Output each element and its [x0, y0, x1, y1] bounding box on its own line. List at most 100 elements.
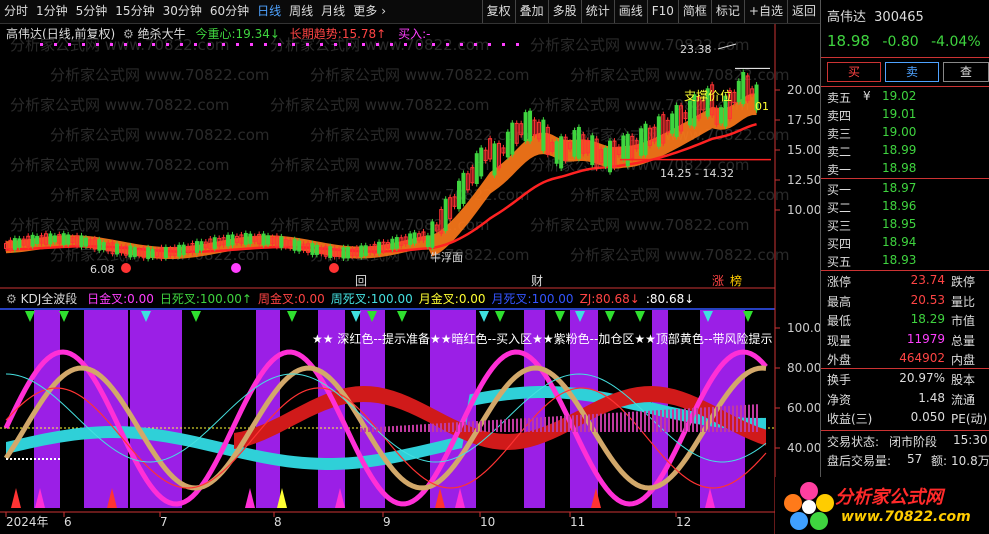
- candle: [199, 241, 204, 251]
- kdj-value-label: ZJ:: [579, 292, 596, 306]
- histogram-bar: [412, 424, 414, 432]
- candle: [97, 239, 102, 251]
- candle: [479, 147, 484, 177]
- order-book-row[interactable]: 买一 18.97: [827, 181, 977, 199]
- histogram-bar: [420, 424, 422, 432]
- dotted-mark: [6, 458, 8, 460]
- trend-band: [6, 93, 757, 260]
- purple-zone: [256, 310, 280, 508]
- histogram-bar: [560, 416, 562, 432]
- histogram-bar: [396, 425, 398, 432]
- signal-tick: [292, 43, 295, 46]
- stat-value: 0.050: [910, 410, 945, 424]
- x-tick-label: 9: [383, 515, 391, 529]
- candle: [314, 244, 319, 255]
- histogram-bar: [600, 413, 602, 432]
- histogram-bar: [468, 421, 470, 432]
- histogram-bar: [472, 421, 474, 432]
- x-tick-label: 6: [64, 515, 72, 529]
- histogram-bar: [740, 405, 742, 432]
- kdj-value-number: 80.68: [595, 292, 630, 306]
- candle: [528, 110, 533, 142]
- signal-triangle: [397, 311, 407, 322]
- stat-label: 涨停: [827, 275, 852, 289]
- divider: [821, 430, 989, 431]
- signal-triangle: [635, 311, 645, 322]
- stat-row: 现量 11979 总量: [827, 332, 987, 351]
- signal-tick: [502, 43, 505, 46]
- watermark: 分析家公式网 www.70822.com: [270, 96, 490, 114]
- query-button[interactable]: 查: [943, 62, 989, 82]
- order-book-row[interactable]: 卖三 19.00: [827, 125, 977, 143]
- order-book-row[interactable]: 买二 18.96: [827, 199, 977, 217]
- price-change: -0.80: [882, 34, 919, 50]
- candle: [66, 234, 71, 245]
- dotted-mark: [50, 458, 52, 460]
- candle: [345, 247, 350, 259]
- sell-button[interactable]: 卖: [885, 62, 939, 82]
- quote-panel: 高伟达 300465 18.98 -0.80 -4.04% 买 卖 查 卖五 19…: [820, 0, 989, 534]
- histogram-bar: [416, 424, 418, 432]
- order-price: 19.02: [882, 89, 917, 103]
- kdj-name[interactable]: KDJ全波段: [21, 292, 78, 306]
- histogram-bar: [400, 425, 402, 432]
- candle: [226, 234, 231, 247]
- signal-tick: [68, 43, 71, 46]
- histogram-bar: [476, 421, 478, 432]
- right-mark-label: 01: [755, 100, 769, 113]
- candle: [541, 119, 546, 151]
- stat-label: 换手: [827, 373, 852, 387]
- watermark: 分析家公式网 www.70822.com: [50, 66, 270, 84]
- signal-triangle: [479, 311, 489, 322]
- kdj-value-number: 100.00: [531, 292, 574, 306]
- histogram-bar: [744, 404, 746, 432]
- histogram-bar: [376, 427, 378, 432]
- stat-value: 23.74: [910, 273, 945, 287]
- histogram-bar: [648, 410, 650, 432]
- signal-tick: [348, 43, 351, 46]
- histogram-bar: [480, 420, 482, 432]
- histogram-bar: [644, 410, 646, 432]
- kdj-arrow-icon: ↓: [629, 292, 640, 306]
- dotted-mark: [26, 458, 28, 460]
- order-book-row[interactable]: 卖一 18.98: [827, 161, 977, 179]
- kdj-value-label: 月死叉:: [491, 292, 532, 306]
- histogram-bar: [672, 409, 674, 432]
- candle: [261, 233, 266, 246]
- histogram-bar: [424, 424, 426, 432]
- kdj-arrow-icon: ↓: [684, 292, 695, 306]
- histogram-bar: [488, 420, 490, 432]
- buy-button[interactable]: 买: [827, 62, 881, 82]
- order-price: 18.93: [882, 253, 917, 267]
- order-book-row[interactable]: 买五 18.93: [827, 253, 977, 271]
- kdj-settings-icon[interactable]: ⚙: [6, 292, 17, 306]
- stat-row: 换手 20.97% 股本: [827, 371, 987, 390]
- order-book-row[interactable]: 买四 18.94: [827, 235, 977, 253]
- chart-area[interactable]: 分析家公式网 www.70822.com 分析家公式网 www.70822.com…: [0, 0, 820, 534]
- candle: [492, 143, 497, 176]
- signal-tick: [376, 43, 379, 46]
- kdj-value-label: 周金叉:: [257, 292, 298, 306]
- histogram-bar: [464, 421, 466, 432]
- kdj-value-item: 周金叉:0.00: [258, 292, 325, 306]
- divider: [821, 178, 989, 179]
- stat-label: 现量: [827, 333, 852, 348]
- histogram-bar: [656, 410, 658, 432]
- watermark: 分析家公式网 www.70822.com: [270, 36, 490, 54]
- kdj-value-item: 日金叉:0.00: [87, 292, 154, 306]
- stat-value: 20.97%: [899, 371, 945, 385]
- stat-row: 净资 1.48 流通: [827, 391, 987, 410]
- kdj-value-label: 日死叉:: [159, 292, 200, 306]
- order-book-row[interactable]: 买三 18.95: [827, 217, 977, 235]
- order-book-row[interactable]: 卖五 19.02 ¥: [827, 89, 977, 107]
- candle: [79, 235, 84, 248]
- signal-dot: [121, 263, 131, 273]
- order-book-row[interactable]: 卖二 18.99: [827, 143, 977, 161]
- signal-dot: [329, 263, 339, 273]
- candle: [719, 107, 724, 124]
- stat-value: 11979: [906, 331, 945, 346]
- after-hours-volume: 57: [907, 452, 923, 466]
- order-book-row[interactable]: 卖四 19.01: [827, 107, 977, 125]
- watermark: 分析家公式网 www.70822.com: [10, 216, 230, 234]
- histogram-bar: [692, 408, 694, 432]
